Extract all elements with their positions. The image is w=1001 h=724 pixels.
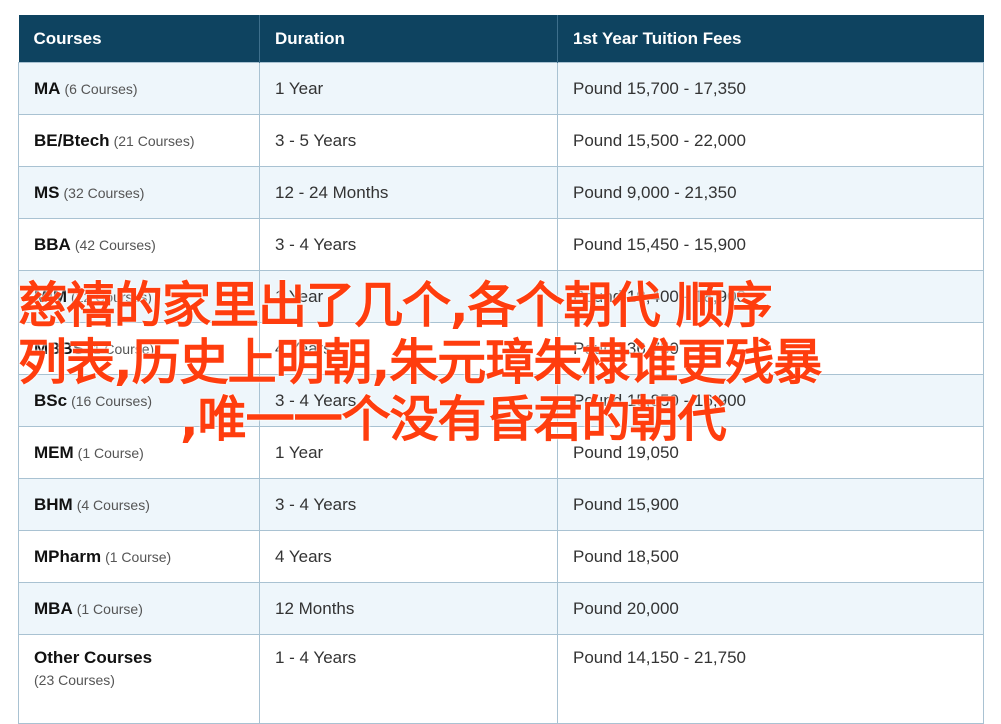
course-count: (6 Courses) [64, 80, 138, 97]
course-count: (32 Courses) [63, 184, 145, 201]
fee-cell: Pound 36,750 [557, 322, 984, 375]
fee-cell: Pound 9,000 - 21,350 [557, 166, 984, 219]
course-name-link[interactable]: MIM [34, 287, 67, 306]
fee-cell: Pound 19,050 [557, 426, 984, 479]
course-name-link[interactable]: Other Courses [34, 648, 152, 667]
table-row: MS (32 Courses) 12 - 24 Months Pound 9,00… [18, 166, 984, 219]
duration-cell: 3 - 4 Years [259, 218, 558, 271]
table-row: BE/Btech (21 Courses) 3 - 5 Years Pound 1… [18, 114, 984, 167]
course-cell: Other Courses (23 Courses) [18, 634, 260, 724]
course-cell: MBA (1 Course) [18, 582, 260, 635]
course-name-link[interactable]: MPharm [34, 547, 101, 566]
tuition-table-container: Courses Duration 1st Year Tuition Fees M… [18, 15, 984, 724]
fee-cell: Pound 15,850 - 16,900 [557, 374, 984, 427]
table-row: MBA (1 Course) 12 Months Pound 20,000 [18, 582, 984, 635]
fee-cell: Pound 15,500 - 22,000 [557, 114, 984, 167]
course-count: (4 Courses) [76, 496, 150, 513]
course-count: (23 Courses) [34, 672, 115, 688]
course-cell: MPharm (1 Course) [18, 530, 260, 583]
course-cell: BHM (4 Courses) [18, 478, 260, 531]
course-count: (21 Courses) [113, 132, 195, 149]
fee-cell: Pound 18,500 [557, 530, 984, 583]
course-name-link[interactable]: MS [34, 183, 60, 202]
course-cell: MBBS (1 Course) [18, 322, 260, 375]
fee-cell: Pound 14,150 - 21,750 [557, 634, 984, 724]
course-name-link[interactable]: MBA [34, 599, 73, 618]
duration-cell: 4 Years [259, 322, 558, 375]
course-count: (42 Courses) [74, 236, 156, 253]
duration-cell: 3 - 4 Years [259, 374, 558, 427]
course-name-link[interactable]: BBA [34, 235, 71, 254]
duration-cell: 12 Months [259, 582, 558, 635]
header-courses[interactable]: Courses [18, 15, 260, 63]
duration-cell: 1 Year [259, 62, 558, 115]
course-cell: MIM (22 Courses) [18, 270, 260, 323]
course-cell: BBA (42 Courses) [18, 218, 260, 271]
course-cell: MS (32 Courses) [18, 166, 260, 219]
course-cell: MA (6 Courses) [18, 62, 260, 115]
course-name-link[interactable]: BE/Btech [34, 131, 110, 150]
course-count: (22 Courses) [71, 288, 152, 305]
fee-cell: Pound 15,700 - 17,350 [557, 62, 984, 115]
duration-cell: 1 - 4 Years [259, 634, 558, 724]
course-count: (1 Course) [105, 548, 172, 565]
table-row: MEM (1 Course) 1 Year Pound 19,050 [18, 426, 984, 479]
table-row: MA (6 Courses) 1 Year Pound 15,700 - 17,3… [18, 62, 984, 115]
duration-cell: 3 - 4 Years [259, 478, 558, 531]
course-count: (1 Course) [77, 444, 144, 461]
tuition-fees-table: Courses Duration 1st Year Tuition Fees M… [18, 15, 984, 724]
course-name-link[interactable]: MEM [34, 443, 74, 462]
duration-cell: 4 Years [259, 530, 558, 583]
table-row: BHM (4 Courses) 3 - 4 Years Pound 15,900 [18, 478, 984, 531]
duration-cell: 1 Year [259, 270, 558, 323]
table-row: BSc (16 Courses) 3 - 4 Years Pound 15,850… [18, 374, 984, 427]
course-count: (16 Courses) [71, 392, 152, 409]
table-header-row: Courses Duration 1st Year Tuition Fees [18, 15, 984, 63]
duration-cell: 1 Year [259, 426, 558, 479]
fee-cell: Pound 19,400 - 18,900 [557, 270, 984, 323]
fee-cell: Pound 20,000 [557, 582, 984, 635]
course-cell: MEM (1 Course) [18, 426, 260, 479]
course-cell: BE/Btech (21 Courses) [18, 114, 260, 167]
fee-cell: Pound 15,450 - 15,900 [557, 218, 984, 271]
course-cell: BSc (16 Courses) [18, 374, 260, 427]
table-row: Other Courses (23 Courses) 1 - 4 Years Po… [18, 634, 984, 724]
duration-cell: 3 - 5 Years [259, 114, 558, 167]
course-name-link[interactable]: MBBS [34, 339, 84, 358]
header-duration[interactable]: Duration [259, 15, 558, 63]
table-row: MPharm (1 Course) 4 Years Pound 18,500 [18, 530, 984, 583]
course-name-link[interactable]: BSc [34, 391, 67, 410]
table-row: BBA (42 Courses) 3 - 4 Years Pound 15,450… [18, 218, 984, 271]
fee-cell: Pound 15,900 [557, 478, 984, 531]
course-name-link[interactable]: MA [34, 79, 60, 98]
course-count: (1 Course) [76, 600, 143, 617]
table-row: MBBS (1 Course) 4 Years Pound 36,750 [18, 322, 984, 375]
course-name-link[interactable]: BHM [34, 495, 73, 514]
header-tuition-fees[interactable]: 1st Year Tuition Fees [557, 15, 984, 63]
course-count: (1 Course) [88, 340, 155, 357]
duration-cell: 12 - 24 Months [259, 166, 558, 219]
table-row: MIM (22 Courses) 1 Year Pound 19,400 - 18… [18, 270, 984, 323]
